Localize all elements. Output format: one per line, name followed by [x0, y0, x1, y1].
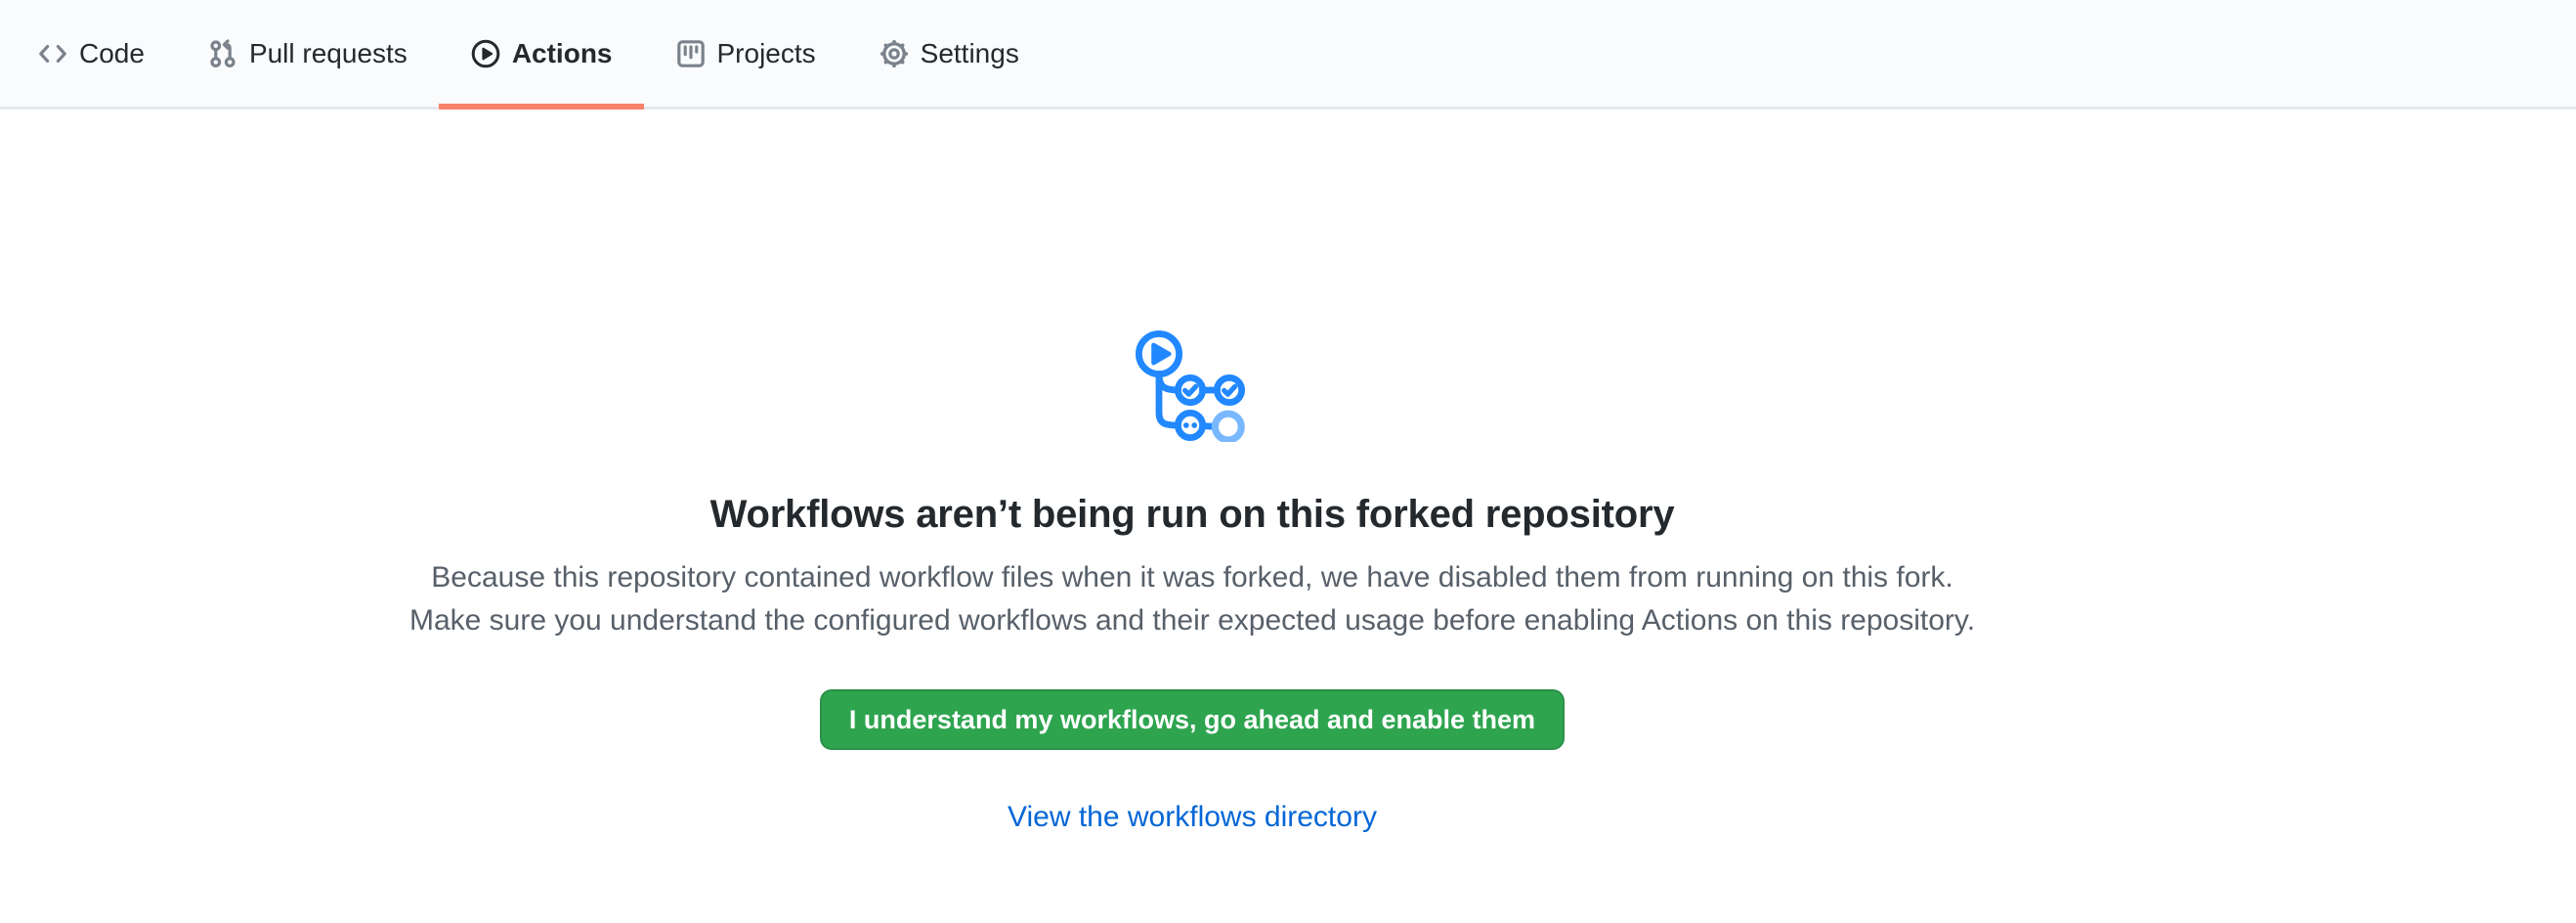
project-icon [675, 38, 707, 69]
gear-icon [879, 38, 910, 69]
tab-label: Projects [717, 40, 816, 67]
play-circle-icon [470, 38, 501, 69]
actions-blankslate: Workflows aren’t being run on this forke… [0, 110, 2384, 834]
tab-actions[interactable]: Actions [439, 0, 644, 110]
tab-pull-requests[interactable]: Pull requests [176, 0, 439, 110]
code-icon [37, 38, 68, 69]
enable-workflows-button[interactable]: I understand my workflows, go ahead and … [820, 689, 1565, 750]
blankslate-heading: Workflows aren’t being run on this forke… [0, 490, 2384, 539]
view-workflows-directory-link[interactable]: View the workflows directory [1008, 801, 1377, 833]
actions-workflow-icon [1136, 330, 1249, 447]
git-pull-request-icon [207, 38, 238, 69]
tab-label: Code [79, 40, 145, 67]
tab-label: Pull requests [249, 40, 408, 67]
tab-code[interactable]: Code [6, 0, 176, 110]
blankslate-description: Because this repository contained workfl… [401, 556, 1984, 642]
tab-projects[interactable]: Projects [644, 0, 847, 110]
repo-nav: Code Pull requests Actions [0, 0, 2576, 110]
tab-label: Actions [512, 40, 613, 67]
tab-label: Settings [921, 40, 1019, 67]
tab-settings[interactable]: Settings [847, 0, 1051, 110]
